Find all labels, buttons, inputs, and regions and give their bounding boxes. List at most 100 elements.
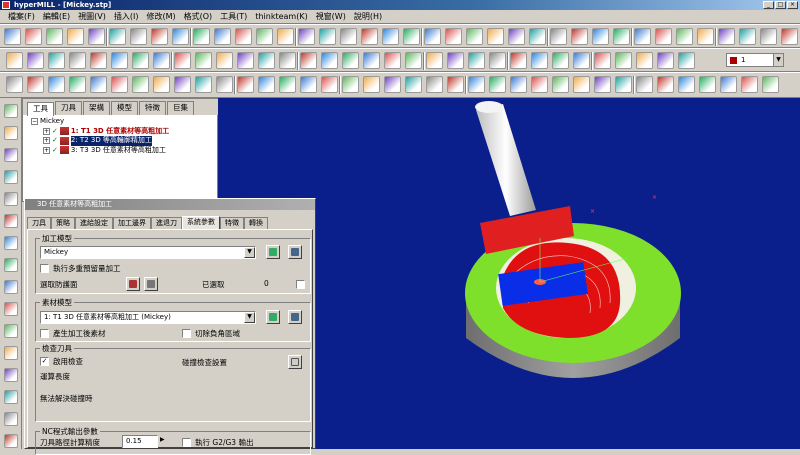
toolbar-button[interactable]: [256, 28, 273, 45]
toolbar-button[interactable]: [676, 28, 693, 45]
menu-item[interactable]: 檔案(F): [4, 11, 39, 23]
model-new-button[interactable]: [288, 245, 302, 259]
toolbar-button[interactable]: [214, 28, 231, 45]
job-row[interactable]: + ✓ 1: T1 3D 任意素材等高粗加工: [31, 127, 169, 137]
toolbar-button[interactable]: [447, 52, 464, 69]
side-tool-button[interactable]: [4, 214, 18, 228]
check-icon[interactable]: ✓: [52, 127, 58, 137]
expand-icon[interactable]: +: [43, 146, 50, 154]
menu-item[interactable]: thinkteam(K): [251, 11, 311, 23]
toolbar-button[interactable]: [342, 76, 359, 93]
toolbar-button[interactable]: [235, 28, 252, 45]
side-tool-button[interactable]: [4, 192, 18, 206]
minimize-button[interactable]: _: [763, 1, 774, 9]
toolbar-button[interactable]: [466, 28, 483, 45]
toolbar-button[interactable]: [69, 76, 86, 93]
side-tool-button[interactable]: [4, 280, 18, 294]
browser-tab[interactable]: 工具: [27, 102, 54, 116]
toolbar-button[interactable]: [594, 76, 611, 93]
toolbar-button[interactable]: [552, 52, 569, 69]
chevron-right-icon[interactable]: ▶: [160, 436, 165, 443]
menu-item[interactable]: 插入(I): [110, 11, 143, 23]
tree-root[interactable]: − Mickey: [31, 117, 169, 127]
toolbar-button[interactable]: [657, 52, 674, 69]
browser-tab[interactable]: 特徵: [139, 101, 166, 115]
side-tool-button[interactable]: [4, 368, 18, 382]
side-tool-button[interactable]: [4, 302, 18, 316]
expand-icon[interactable]: +: [43, 137, 50, 145]
toolbar-button[interactable]: [384, 52, 401, 69]
toolbar-button[interactable]: [510, 76, 527, 93]
toolbar-button[interactable]: [132, 52, 149, 69]
clear-surface-button[interactable]: [144, 277, 158, 291]
toolbar-button[interactable]: [277, 28, 294, 45]
toolbar-button[interactable]: [300, 52, 317, 69]
toolbar-button[interactable]: [594, 52, 611, 69]
model-edit-button[interactable]: [266, 245, 280, 259]
dialog-tab[interactable]: 系統參數: [182, 216, 220, 229]
toolbar-button[interactable]: [193, 28, 210, 45]
check-icon[interactable]: ✓: [52, 136, 58, 146]
toolbar-button[interactable]: [468, 76, 485, 93]
toolbar-button[interactable]: [237, 76, 254, 93]
toolbar-button[interactable]: [531, 52, 548, 69]
menu-item[interactable]: 視圖(V): [74, 11, 110, 23]
toolbar-button[interactable]: [279, 52, 296, 69]
toolbar-button[interactable]: [382, 28, 399, 45]
toolbar-button[interactable]: [762, 76, 779, 93]
toolbar-button[interactable]: [403, 28, 420, 45]
toolbar-button[interactable]: [109, 28, 126, 45]
toolbar-button[interactable]: [342, 52, 359, 69]
toolbar-button[interactable]: [489, 52, 506, 69]
toolbar-button[interactable]: [571, 28, 588, 45]
menu-item[interactable]: 工具(T): [216, 11, 251, 23]
browser-tab[interactable]: 模型: [111, 101, 138, 115]
toolbar-button[interactable]: [657, 76, 674, 93]
toolbar-button[interactable]: [361, 28, 378, 45]
toolbar-button[interactable]: [153, 52, 170, 69]
collapse-icon[interactable]: −: [31, 118, 38, 126]
toolbar-button[interactable]: [720, 76, 737, 93]
stock-combo[interactable]: 1: T1 3D 任意素材等高粗加工 (Mickey) ▼: [40, 311, 256, 324]
toolbar-button[interactable]: [279, 76, 296, 93]
toolbar-button[interactable]: [636, 76, 653, 93]
path-tolerance-input[interactable]: 0.15: [122, 435, 158, 448]
toolbar-button[interactable]: [340, 28, 357, 45]
toolbar-button[interactable]: [636, 52, 653, 69]
toolbar-button[interactable]: [153, 76, 170, 93]
toolbar-button[interactable]: [634, 28, 651, 45]
toolbar-button[interactable]: [592, 28, 609, 45]
layer-select[interactable]: 1 ▼: [726, 53, 784, 67]
toolbar-button[interactable]: [300, 76, 317, 93]
stock-new-button[interactable]: [288, 310, 302, 324]
browser-tab[interactable]: 巨集: [167, 101, 194, 115]
side-tool-button[interactable]: [4, 346, 18, 360]
toolbar-button[interactable]: [6, 52, 23, 69]
toolbar-button[interactable]: [4, 28, 21, 45]
toolbar-button[interactable]: [468, 52, 485, 69]
toolbar-button[interactable]: [424, 28, 441, 45]
toolbar-button[interactable]: [550, 28, 567, 45]
toolbar-button[interactable]: [613, 28, 630, 45]
toolbar-button[interactable]: [195, 52, 212, 69]
browser-tab[interactable]: 架構: [83, 101, 110, 115]
menu-item[interactable]: 說明(H): [350, 11, 386, 23]
cut-uncut-checkbox[interactable]: [182, 329, 191, 338]
check-icon[interactable]: ✓: [52, 146, 58, 156]
menu-item[interactable]: 格式(O): [180, 11, 217, 23]
select-surface-button[interactable]: [126, 277, 140, 291]
side-tool-button[interactable]: [4, 258, 18, 272]
toolbar-button[interactable]: [510, 52, 527, 69]
side-tool-button[interactable]: [4, 104, 18, 118]
toolbar-button[interactable]: [447, 76, 464, 93]
toolbar-button[interactable]: [27, 76, 44, 93]
toolbar-button[interactable]: [321, 52, 338, 69]
toolbar-button[interactable]: [405, 52, 422, 69]
toolbar-button[interactable]: [258, 76, 275, 93]
toolbar-button[interactable]: [489, 76, 506, 93]
toolbar-button[interactable]: [741, 76, 758, 93]
toolbar-button[interactable]: [151, 28, 168, 45]
toolbar-button[interactable]: [237, 52, 254, 69]
side-tool-button[interactable]: [4, 324, 18, 338]
side-tool-button[interactable]: [4, 170, 18, 184]
